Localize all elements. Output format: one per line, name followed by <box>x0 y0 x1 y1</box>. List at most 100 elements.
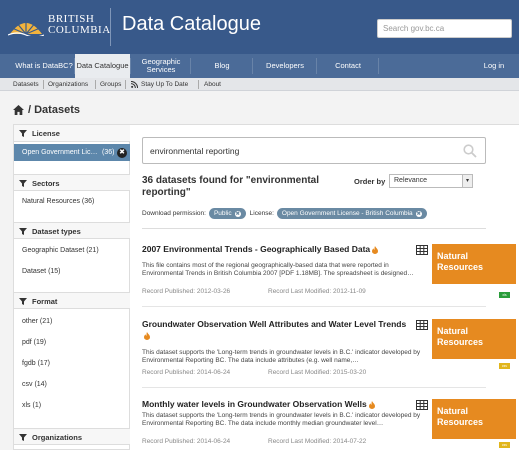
facet-item-format-csv[interactable]: csv (14) <box>22 381 47 388</box>
dataset-item: 2007 Environmental Trends - Geographical… <box>142 244 517 314</box>
search-icon[interactable] <box>463 144 477 158</box>
facet-item-geographic-dataset[interactable]: Geographic Dataset (21) <box>22 247 99 254</box>
dataset-title[interactable]: Groundwater Observation Well Attributes … <box>142 319 412 341</box>
order-by-select[interactable]: Relevance ▾ <box>389 174 473 188</box>
logo-line-2: COLUMBIA <box>48 24 111 36</box>
facet-item-format-pdf[interactable]: pdf (19) <box>22 339 46 346</box>
facet-heading-label: Dataset types <box>32 227 81 236</box>
order-by-value: Relevance <box>394 177 428 184</box>
facet-heading-label: Format <box>32 297 58 306</box>
flame-icon <box>372 245 379 254</box>
facet-item-count: (36) <box>102 149 115 156</box>
category-tag[interactable]: Natural Resources <box>432 244 516 284</box>
flame-icon <box>144 331 150 340</box>
subnav-separator <box>125 80 126 89</box>
subnav-groups[interactable]: Groups <box>100 81 121 88</box>
main-nav: What is DataBC? Data Catalogue Geographi… <box>0 54 519 78</box>
dataset-title-text[interactable]: Monthly water levels in Groundwater Obse… <box>142 399 367 409</box>
format-badge[interactable]: csv <box>499 363 510 369</box>
dropdown-arrow-icon[interactable]: ▾ <box>462 175 472 187</box>
results-count-heading: 36 datasets found for "environmental rep… <box>142 175 319 198</box>
login-link[interactable]: Log in <box>472 54 516 78</box>
nav-item-blog[interactable]: Blog <box>192 54 252 78</box>
remove-filter-icon[interactable]: ✖ <box>234 210 241 217</box>
dataset-title[interactable]: 2007 Environmental Trends - Geographical… <box>142 244 412 255</box>
dataset-description: This dataset supports the 'Long-term tre… <box>142 412 421 427</box>
facet-item-format-fgdb[interactable]: fgdb (17) <box>22 360 50 367</box>
download-permission-label: Download permission: <box>142 210 206 217</box>
facet-item-format-other[interactable]: other (21) <box>22 318 52 325</box>
facet-item-dataset[interactable]: Dataset (15) <box>22 268 61 275</box>
dataset-description: This dataset supports the 'Long-term tre… <box>142 349 421 364</box>
facet-sidebar: License Open Government Lic… (36) ✖ Sect… <box>13 124 130 450</box>
subnav-organizations[interactable]: Organizations <box>48 81 88 88</box>
subnav-separator <box>95 80 96 89</box>
site-search-input[interactable]: Search gov.bc.ca <box>377 19 512 38</box>
sub-nav: Datasets Organizations Groups Stay Up To… <box>0 78 519 91</box>
nav-item-developers[interactable]: Developers <box>254 54 316 78</box>
facet-heading-label: Organizations <box>32 433 83 442</box>
site-header: BRITISH COLUMBIA Data Catalogue Search g… <box>0 0 519 54</box>
nav-separator <box>130 58 131 74</box>
facet-heading-license: License <box>14 125 130 142</box>
facet-heading-sectors: Sectors <box>14 174 130 191</box>
active-filters: Download permission: Public ✖ License: Op… <box>142 208 431 219</box>
nav-item-geographic-services[interactable]: Geographic Services <box>132 54 190 78</box>
header-divider <box>110 8 111 46</box>
record-last-modified: Record Last Modified: 2012-11-09 <box>268 288 366 295</box>
remove-filter-icon[interactable]: ✖ <box>117 148 127 158</box>
dataset-item: Groundwater Observation Well Attributes … <box>142 319 517 389</box>
dataset-item: Monthly water levels in Groundwater Obse… <box>142 399 517 450</box>
dataset-title-text[interactable]: Groundwater Observation Well Attributes … <box>142 319 406 329</box>
facet-item-natural-resources[interactable]: Natural Resources (36) <box>22 198 94 205</box>
facet-heading-format: Format <box>14 292 130 309</box>
facet-heading-label: Sectors <box>32 179 60 188</box>
record-published: Record Published: 2012-03-26 <box>142 288 231 295</box>
record-published: Record Published: 2014-06-24 <box>142 369 231 376</box>
dataset-title[interactable]: Monthly water levels in Groundwater Obse… <box>142 399 412 410</box>
nav-separator <box>316 58 317 74</box>
page-title: Data Catalogue <box>122 13 261 35</box>
breadcrumb: / Datasets <box>13 104 80 116</box>
nav-item-what-is-databc[interactable]: What is DataBC? <box>14 54 74 78</box>
nav-separator <box>190 58 191 74</box>
dataset-search-input[interactable]: environmental reporting <box>142 137 486 164</box>
dataset-dates: Record Published: 2012-03-26 Record Last… <box>142 288 366 295</box>
facet-item-open-government-license[interactable]: Open Government Lic… (36) ✖ <box>14 144 130 161</box>
filter-pill-label: Open Government License - British Columb… <box>281 210 413 217</box>
rss-icon <box>131 81 138 88</box>
breadcrumb-datasets[interactable]: / Datasets <box>28 104 80 116</box>
filter-pill-label: Public <box>213 210 232 217</box>
dataset-dates: Record Published: 2014-06-24 Record Last… <box>142 369 366 376</box>
nav-item-contact[interactable]: Contact <box>318 54 378 78</box>
sun-logo-icon <box>8 18 44 36</box>
filter-icon <box>19 130 27 137</box>
search-query-text: environmental reporting <box>150 146 240 156</box>
facet-heading-dataset-types: Dataset types <box>14 222 130 239</box>
order-by-label: Order by <box>354 177 386 186</box>
format-badge[interactable]: csv <box>499 442 510 448</box>
subnav-separator <box>43 80 44 89</box>
subnav-stay-up-to-date[interactable]: Stay Up To Date <box>141 81 188 88</box>
nav-item-data-catalogue[interactable]: Data Catalogue <box>75 54 130 78</box>
home-icon[interactable] <box>13 105 24 115</box>
facet-heading-label: License <box>32 129 60 138</box>
divider <box>142 306 486 307</box>
format-badge[interactable]: xls <box>499 292 510 298</box>
facet-item-format-xls[interactable]: xls (1) <box>22 402 41 409</box>
filter-icon <box>19 298 27 305</box>
subnav-about[interactable]: About <box>204 81 221 88</box>
record-published: Record Published: 2014-06-24 <box>142 438 231 445</box>
filter-icon <box>19 228 27 235</box>
filter-pill-public[interactable]: Public ✖ <box>208 208 246 219</box>
filter-pill-license[interactable]: Open Government License - British Columb… <box>276 208 427 219</box>
table-icon <box>416 245 428 255</box>
bc-logo[interactable]: BRITISH COLUMBIA <box>8 8 111 46</box>
remove-filter-icon[interactable]: ✖ <box>415 210 422 217</box>
dataset-description: This file contains most of the regional … <box>142 262 414 277</box>
nav-separator <box>378 58 379 74</box>
dataset-title-text[interactable]: 2007 Environmental Trends - Geographical… <box>142 244 370 254</box>
category-tag[interactable]: Natural Resources <box>432 319 516 359</box>
category-tag[interactable]: Natural Resources <box>432 399 516 439</box>
subnav-datasets[interactable]: Datasets <box>13 81 39 88</box>
